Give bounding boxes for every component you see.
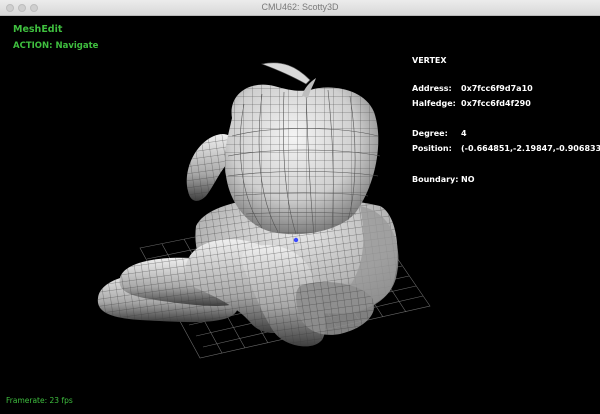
boundary-value: NO [461, 175, 475, 184]
inspector-header: VERTEX [412, 56, 447, 65]
halfedge-label: Halfedge: [412, 99, 456, 108]
boundary-label: Boundary: [412, 175, 459, 184]
selected-vertex-marker[interactable] [293, 237, 299, 243]
window-title: CMU462: Scotty3D [261, 2, 339, 12]
address-label: Address: [412, 84, 452, 93]
degree-value: 4 [461, 129, 467, 138]
position-value: (-0.664851,-2.19847,-0.906833) [461, 144, 600, 153]
degree-label: Degree: [412, 129, 448, 138]
title-bar[interactable]: CMU462: Scotty3D [0, 0, 600, 16]
3d-viewport[interactable]: MeshEdit ACTION: Navigate Framerate: 23 … [0, 16, 600, 414]
apple-mesh[interactable] [224, 62, 381, 235]
halfedge-value: 0x7fcc6fd4f290 [461, 99, 531, 108]
position-label: Position: [412, 144, 452, 153]
framerate-label: Framerate: 23 fps [6, 396, 73, 405]
action-label: ACTION: Navigate [13, 41, 99, 51]
app-window: CMU462: Scotty3D MeshEdit ACTION: Naviga… [0, 0, 600, 414]
scene-canvas[interactable] [0, 16, 600, 414]
mode-label: MeshEdit [13, 24, 63, 35]
address-value: 0x7fcc6f9d7a10 [461, 84, 533, 93]
